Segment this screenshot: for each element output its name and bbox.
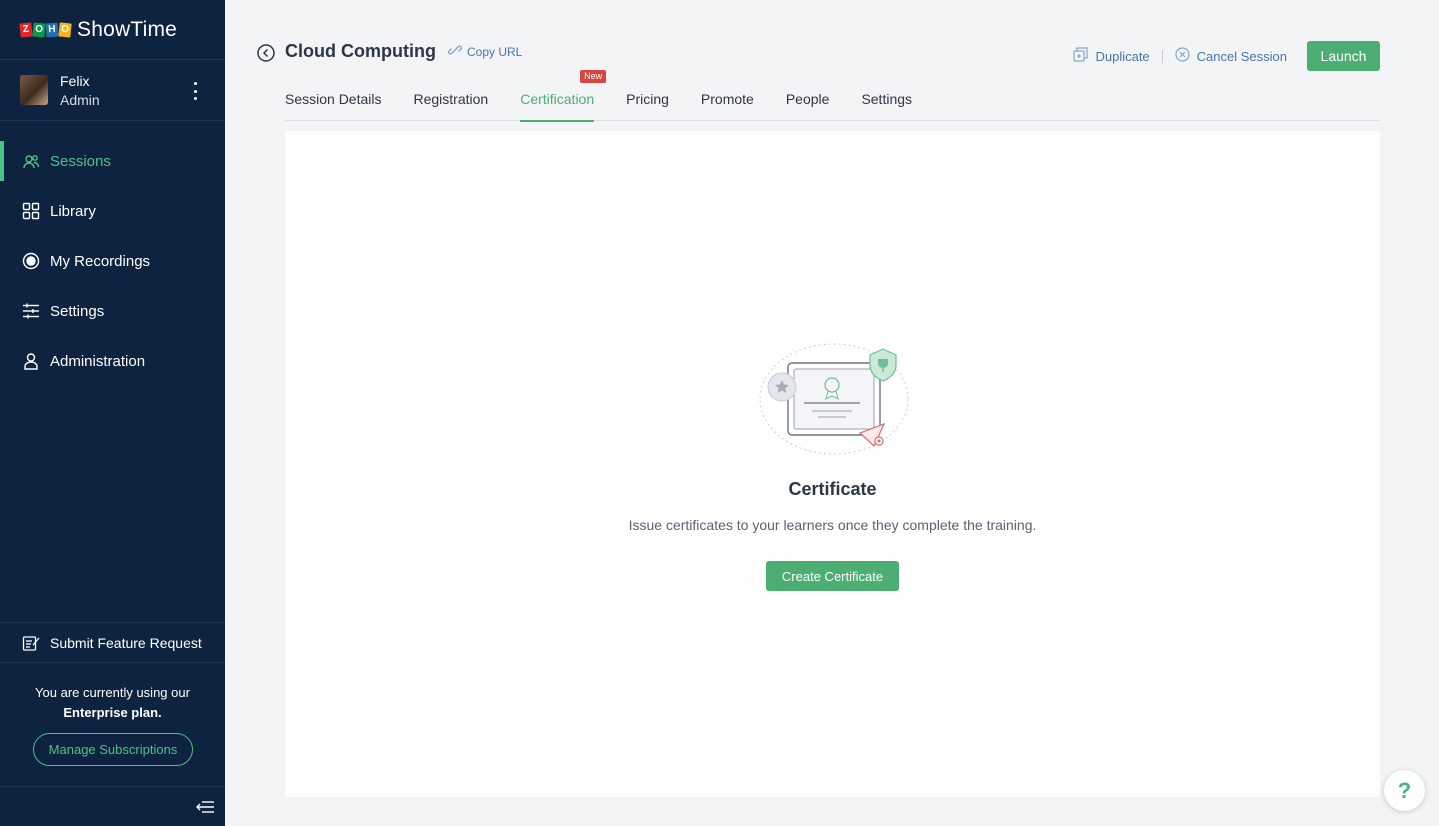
tab-pricing[interactable]: Pricing [626,76,669,121]
tab-settings[interactable]: Settings [861,76,912,121]
brand-name: ShowTime [77,17,178,41]
sidebar-item-sessions[interactable]: Sessions [0,136,225,186]
sidebar-item-label: Library [50,202,96,220]
tab-bar: Session Details Registration Certificati… [285,70,1380,122]
create-certificate-button[interactable]: Create Certificate [766,561,899,591]
tab-certification[interactable]: Certification New [520,70,607,122]
new-badge: New [580,70,607,83]
administration-icon [22,352,40,370]
tab-label: Certification [520,90,595,107]
link-icon [448,43,462,60]
feature-request-icon [22,634,40,652]
plan-name: Enterprise plan. [63,705,162,720]
sidebar-item-label: My Recordings [50,252,151,270]
feature-request-label: Submit Feature Request [50,634,202,651]
certification-panel: Certificate Issue certificates to your l… [285,131,1380,797]
plan-info: You are currently using our Enterprise p… [0,683,225,723]
cancel-circle-icon [1175,47,1190,65]
tab-people[interactable]: People [786,76,830,121]
library-icon [22,202,40,220]
copy-url-label: Copy URL [467,44,523,59]
header-actions: Duplicate Cancel Session Launch [1073,41,1380,71]
launch-button[interactable]: Launch [1307,41,1380,71]
logo-letter: O [58,21,72,38]
logo-letter: O [32,22,46,37]
user-card: Felix Admin [0,60,225,121]
sidebar-item-settings[interactable]: Settings [0,286,225,336]
sidebar-item-label: Settings [50,302,105,320]
collapse-sidebar-icon[interactable] [195,799,215,815]
back-arrow-icon[interactable] [257,44,275,62]
sessions-icon [22,152,40,170]
logo-letter: H [45,22,59,37]
collapse-bar [0,786,225,826]
duplicate-icon [1073,47,1089,65]
page-title: Cloud Computing [285,41,436,61]
tab-registration[interactable]: Registration [414,76,489,121]
zoho-logo: Z O H O [19,21,72,38]
manage-subscriptions-button[interactable]: Manage Subscriptions [33,733,193,766]
certificate-illustration [759,343,909,455]
copy-url-link[interactable]: Copy URL [448,43,522,60]
tab-promote[interactable]: Promote [701,76,754,121]
empty-state-description: Issue certificates to your learners once… [628,517,1037,533]
submit-feature-request[interactable]: Submit Feature Request [0,622,225,663]
logo-letter: Z [19,21,33,38]
plan-text: You are currently using our [35,685,190,700]
sidebar-nav: Sessions Library My Recordings Settings … [0,136,225,386]
avatar [20,75,48,105]
user-role: Admin [60,91,100,108]
sidebar-item-my-recordings[interactable]: My Recordings [0,236,225,286]
duplicate-label: Duplicate [1095,48,1150,64]
brand[interactable]: Z O H O ShowTime [0,0,225,60]
sidebar-item-label: Administration [50,352,146,370]
empty-state-title: Certificate [788,479,877,499]
sidebar: Z O H O ShowTime Felix Admin Sessions Li… [0,0,225,826]
user-name: Felix [60,72,90,89]
sidebar-item-administration[interactable]: Administration [0,336,225,386]
divider [1161,49,1163,63]
recordings-icon [22,252,40,270]
settings-sliders-icon [22,302,40,320]
tab-session-details[interactable]: Session Details [285,76,382,121]
cancel-session-label: Cancel Session [1196,48,1287,64]
sidebar-item-library[interactable]: Library [0,186,225,236]
help-button[interactable]: ? [1384,770,1425,811]
sidebar-item-label: Sessions [50,152,111,170]
more-options-icon[interactable] [189,82,201,100]
duplicate-button[interactable]: Duplicate [1073,47,1150,65]
cancel-session-button[interactable]: Cancel Session [1175,47,1287,65]
